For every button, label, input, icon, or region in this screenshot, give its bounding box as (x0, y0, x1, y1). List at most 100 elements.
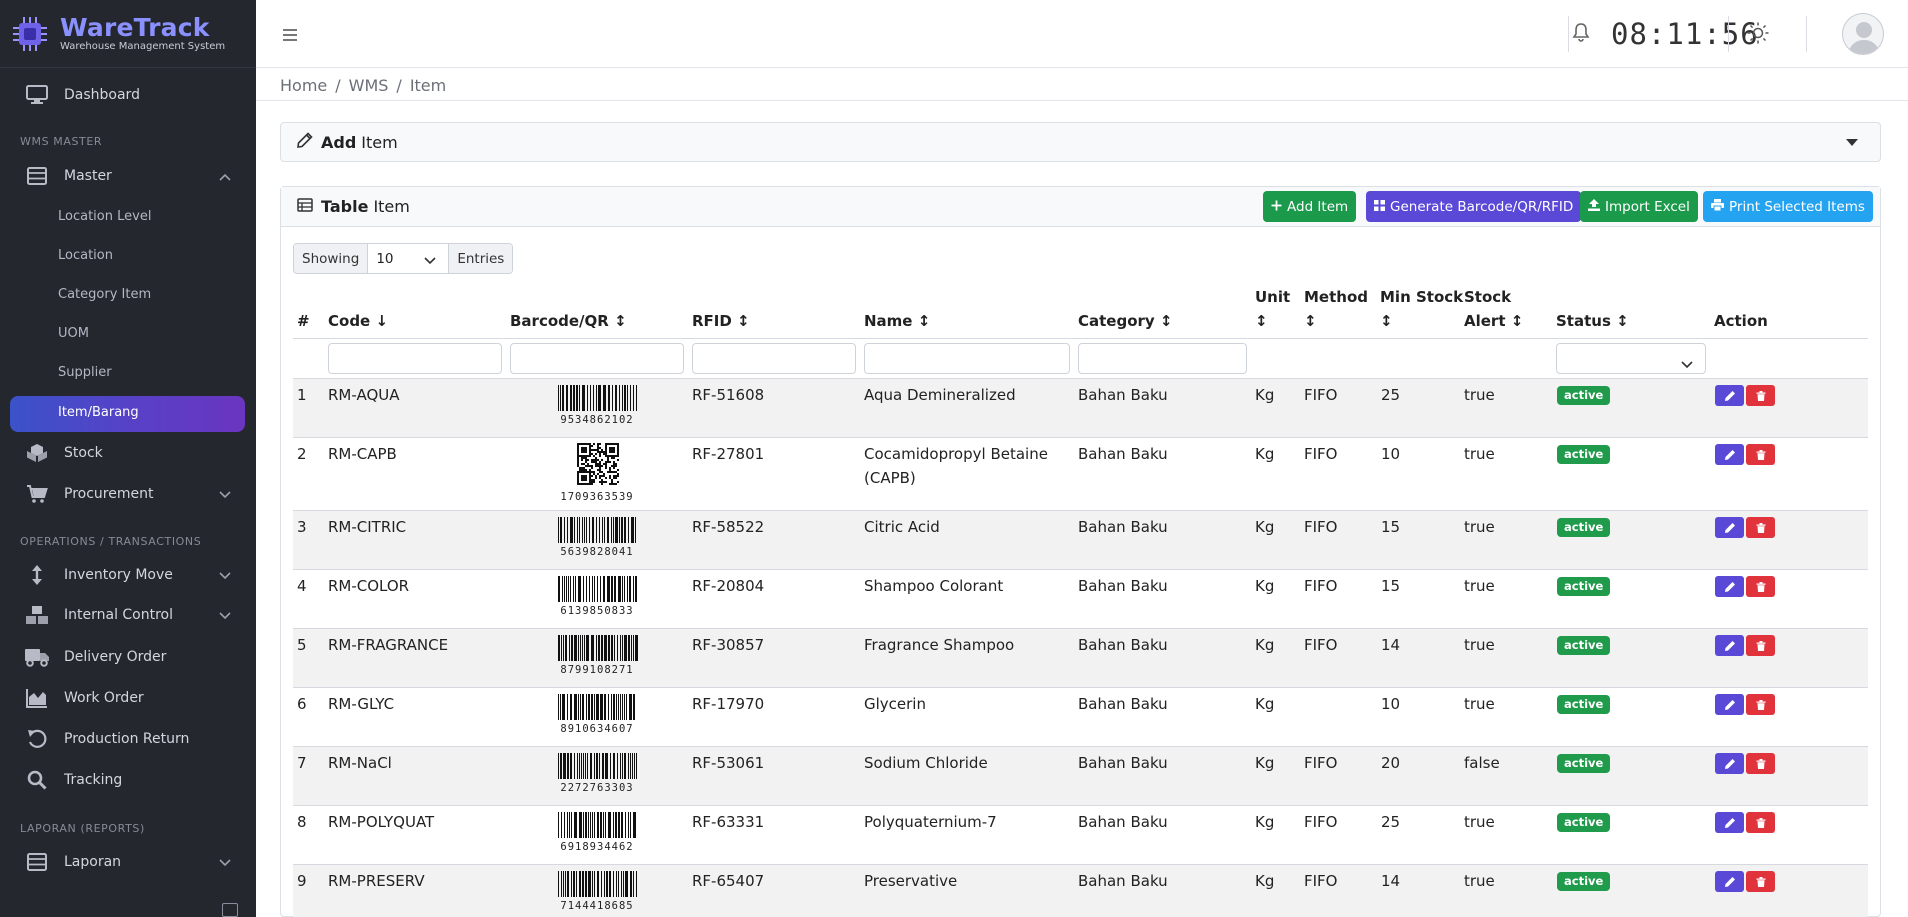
barcode-image (557, 812, 639, 842)
boxes-icon (24, 605, 50, 625)
col-header-stock-alert-sort[interactable]: Alert ↕ (1464, 309, 1523, 333)
col-header-status[interactable]: Status ↕ (1556, 309, 1629, 333)
col-header-rfid[interactable]: RFID ↕ (692, 309, 750, 333)
plus-icon (1271, 199, 1282, 215)
cell-num: 2 (297, 445, 307, 463)
caret-down-icon[interactable] (1846, 139, 1858, 146)
edit-button[interactable] (1715, 444, 1744, 465)
edit-button[interactable] (1715, 753, 1744, 774)
trash-icon (1755, 390, 1767, 402)
cell-rfid: RF-65407 (692, 872, 765, 890)
status-badge: active (1557, 636, 1611, 655)
sidebar-item-delivery-order[interactable]: Delivery Order (10, 638, 245, 676)
delete-button[interactable] (1746, 444, 1775, 465)
col-header-category[interactable]: Category ↕ (1078, 309, 1172, 333)
col-header-min-stock-sort[interactable]: ↕ (1380, 309, 1393, 333)
edit-button[interactable] (1715, 385, 1744, 406)
generate-barcode-button[interactable]: Generate Barcode/QR/RFID (1366, 191, 1582, 222)
filter-barcode-input[interactable] (510, 343, 684, 374)
sidebar-item-laporan[interactable]: Laporan (10, 843, 245, 881)
sidebar-item-inventory-move[interactable]: Inventory Move (10, 556, 245, 594)
col-header-unit-sort[interactable]: ↕ (1255, 309, 1268, 333)
filter-name-input[interactable] (864, 343, 1070, 374)
col-header-method[interactable]: Method (1304, 285, 1368, 309)
pencil-icon (1724, 817, 1736, 829)
sidebar-subitem-category-item[interactable]: Category Item (58, 285, 151, 305)
add-item-button[interactable]: Add Item (1263, 191, 1357, 222)
cart-icon (24, 484, 50, 504)
pencil-icon (1724, 699, 1736, 711)
sidebar-subitem-supplier[interactable]: Supplier (58, 363, 112, 383)
cell-rfid: RF-30857 (692, 636, 765, 654)
qr-code-number: 1709363539 (560, 491, 634, 503)
menu-toggle-icon[interactable] (281, 24, 299, 48)
col-header-unit[interactable]: Unit (1255, 285, 1290, 309)
delete-button[interactable] (1746, 385, 1775, 406)
sidebar-subitem-location-level[interactable]: Location Level (58, 207, 151, 227)
brand[interactable]: WareTrack Warehouse Management System (0, 0, 256, 68)
col-header-code[interactable]: Code ↓ (328, 309, 388, 333)
sidebar-item-stock[interactable]: Stock (10, 434, 245, 472)
sidebar-item-procurement[interactable]: Procurement (10, 475, 245, 513)
edit-button[interactable] (1715, 871, 1744, 892)
edit-button[interactable] (1715, 694, 1744, 715)
entries-select-value: 10 (376, 250, 394, 267)
cell-stock-alert: true (1464, 695, 1495, 713)
edit-button[interactable] (1715, 635, 1744, 656)
sidebar-item-tracking[interactable]: Tracking (10, 761, 245, 799)
edit-button[interactable] (1715, 576, 1744, 597)
barcode-image (557, 385, 639, 415)
table-icon (297, 197, 313, 216)
import-excel-button[interactable]: Import Excel (1580, 191, 1698, 222)
edit-button[interactable] (1715, 812, 1744, 833)
filter-category-input[interactable] (1078, 343, 1247, 374)
filter-code-input[interactable] (328, 343, 502, 374)
delete-button[interactable] (1746, 871, 1775, 892)
col-header-method-sort[interactable]: ↕ (1304, 309, 1317, 333)
entries-select[interactable]: 10 (367, 244, 450, 273)
cell-stock-alert: true (1464, 445, 1495, 463)
cell-code: RM-GLYC (328, 695, 395, 713)
sidebar-subitem-location[interactable]: Location (58, 246, 113, 266)
breadcrumb-item: Item (409, 75, 447, 95)
delete-button[interactable] (1746, 812, 1775, 833)
sidebar-item-label: Tracking (64, 772, 123, 788)
col-header-stock-alert[interactable]: Stock (1464, 285, 1511, 309)
grid-icon (1374, 199, 1385, 215)
col-header-barcode[interactable]: Barcode/QR ↕ (510, 309, 627, 333)
sidebar-item-internal-control[interactable]: Internal Control (10, 596, 245, 634)
sidebar-item-work-order[interactable]: Work Order (10, 679, 245, 717)
bell-icon[interactable] (1572, 22, 1590, 46)
delete-button[interactable] (1746, 694, 1775, 715)
sidebar-item-master[interactable]: Master (10, 157, 245, 195)
sidebar-subitem-uom[interactable]: UOM (58, 324, 89, 344)
delete-button[interactable] (1746, 753, 1775, 774)
cell-method: FIFO (1304, 577, 1338, 595)
filter-rfid-input[interactable] (692, 343, 856, 374)
col-header-name[interactable]: Name ↕ (864, 309, 930, 333)
cell-name: Polyquaternium-7 (864, 813, 997, 831)
sidebar-collapse-icon[interactable] (222, 903, 238, 917)
chevron-down-icon (219, 855, 231, 871)
edit-button[interactable] (1715, 517, 1744, 538)
sun-icon[interactable] (1746, 21, 1770, 49)
sidebar-item-production-return[interactable]: Production Return (10, 720, 245, 758)
print-selected-button[interactable]: Print Selected Items (1703, 191, 1873, 222)
add-item-panel-header[interactable]: Add Item (280, 122, 1881, 162)
trash-icon (1755, 876, 1767, 888)
filter-status-select[interactable] (1556, 343, 1706, 374)
sidebar-item-label: Master (64, 168, 112, 184)
col-header-min-stock[interactable]: Min Stock (1380, 285, 1463, 309)
barcode-number: 8799108271 (560, 664, 634, 676)
breadcrumb-wms[interactable]: WMS (349, 76, 389, 95)
breadcrumb-home[interactable]: Home (280, 76, 327, 95)
delete-button[interactable] (1746, 517, 1775, 538)
cell-name: Cocamidopropyl Betaine (864, 445, 1048, 463)
avatar[interactable] (1842, 13, 1884, 55)
delete-button[interactable] (1746, 576, 1775, 597)
sidebar-item-dashboard[interactable]: Dashboard (10, 76, 245, 114)
pencil-icon (1724, 449, 1736, 461)
list-icon (24, 167, 50, 185)
delete-button[interactable] (1746, 635, 1775, 656)
cell-method: FIFO (1304, 636, 1338, 654)
